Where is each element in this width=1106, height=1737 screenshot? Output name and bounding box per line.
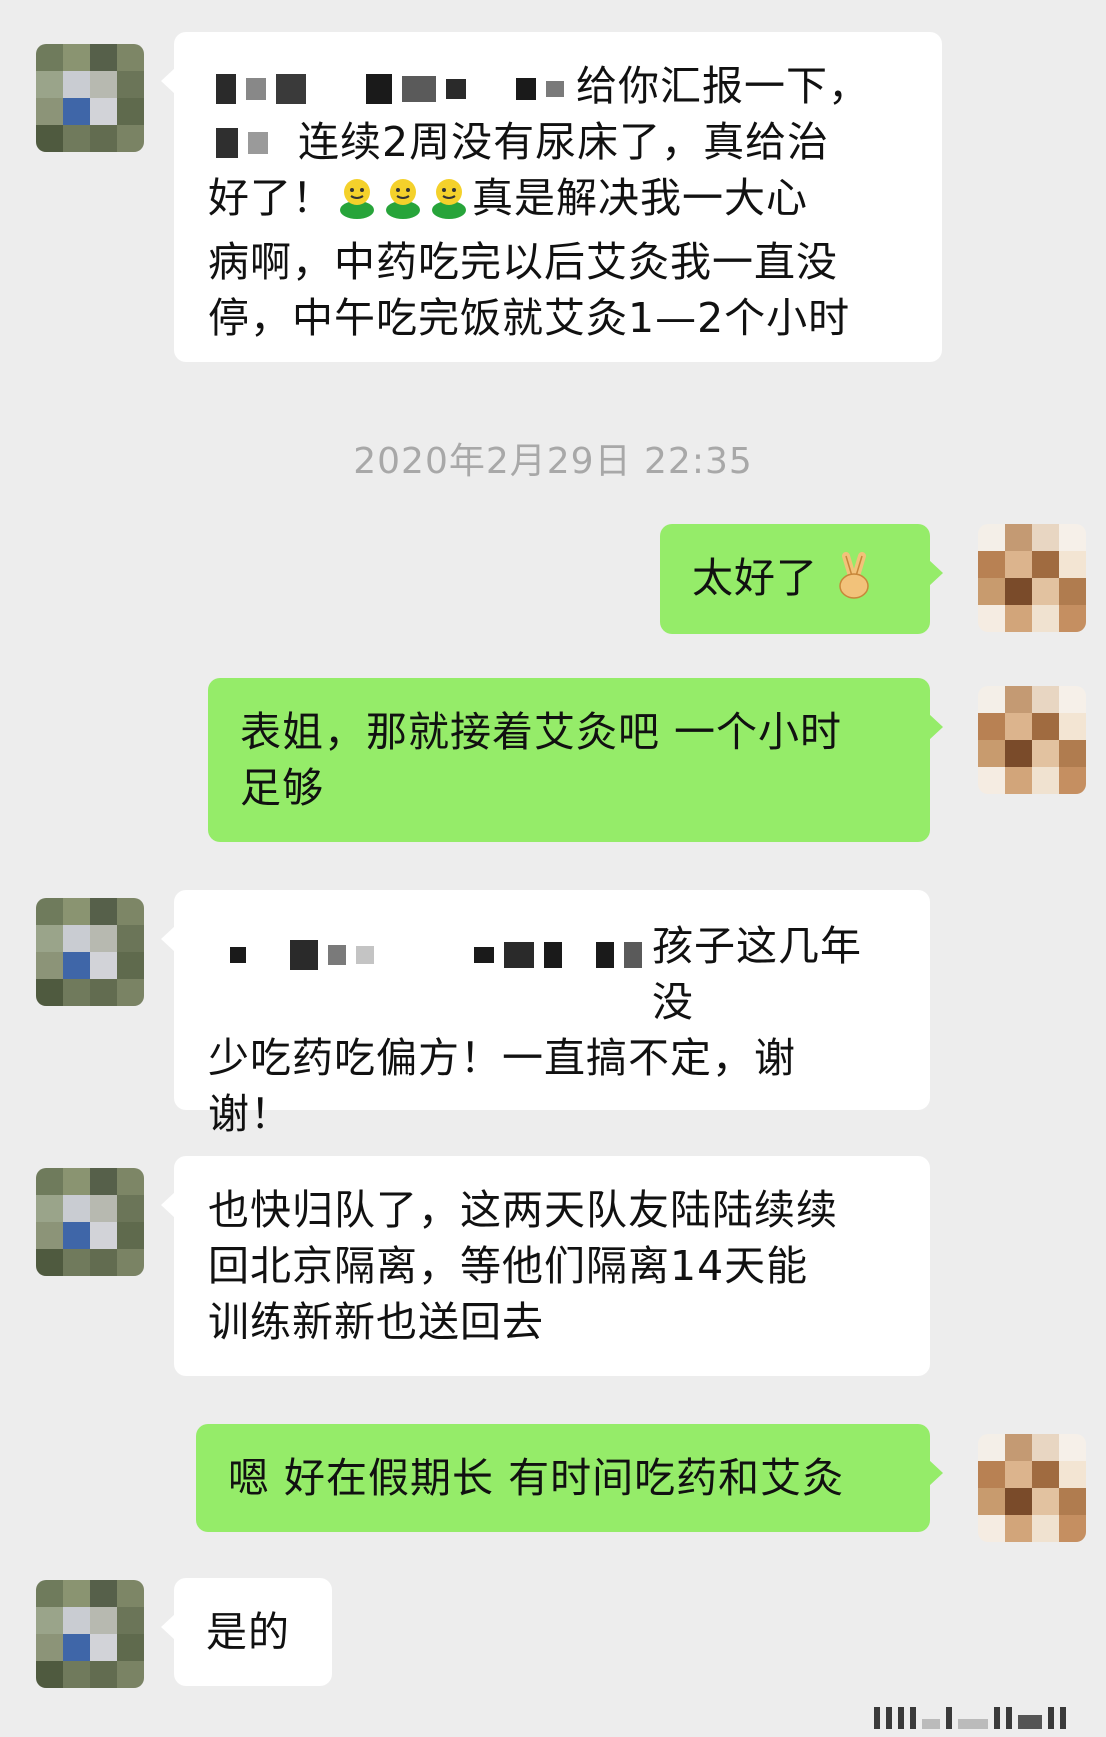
message-bubble-received[interactable]: 孩子这几年没 少吃药吃偏方！一直搞不定，谢 谢！: [161, 890, 930, 1138]
message-text: 停，中午吃完饭就艾灸1—2个小时: [208, 294, 851, 342]
redacted-text: [230, 940, 642, 970]
message-bubble-sent[interactable]: 嗯 好在假期长 有时间吃药和艾灸: [196, 1424, 943, 1532]
green-smiley-icon: [380, 174, 426, 234]
watermark-strip: [874, 1707, 1066, 1729]
message-text: 嗯 好在假期长 有时间吃药和艾灸: [228, 1454, 845, 1502]
message-text: 谢！: [208, 1090, 292, 1138]
redacted-name: [216, 74, 564, 104]
message-text: 少吃药吃偏方！一直搞不定，谢: [208, 1034, 796, 1082]
message-bubble-received[interactable]: 给你汇报一下， 连续2周没有尿床了，真给治 好了！ 真是解决我一大心 病啊，中药吃…: [161, 32, 942, 362]
green-smiley-icon: [426, 174, 472, 234]
my-avatar[interactable]: [978, 1434, 1086, 1542]
green-smiley-icon: [334, 174, 380, 234]
message-text: 太好了: [692, 554, 818, 602]
message-text: 是的: [206, 1608, 290, 1656]
message-text: 病啊，中药吃完以后艾灸我一直没: [208, 238, 838, 286]
friend-avatar[interactable]: [36, 1168, 144, 1276]
message-text: 足够: [240, 764, 324, 812]
friend-avatar[interactable]: [36, 44, 144, 152]
message-text: 表姐，那就接着艾灸吧 一个小时: [240, 708, 843, 756]
friend-avatar[interactable]: [36, 898, 144, 1006]
message-text-line: 好了！ 真是解决我一大心: [208, 170, 912, 234]
chat-timestamp: 2020年2月29日 22:35: [353, 441, 753, 482]
message-bubble-received[interactable]: 是的: [161, 1578, 332, 1686]
message-bubble-sent[interactable]: 表姐，那就接着艾灸吧 一个小时 足够: [208, 678, 943, 842]
message-bubble-received[interactable]: 也快归队了，这两天队友陆陆续续 回北京隔离，等他们隔离14天能 训练新新也送回去: [161, 1156, 930, 1376]
my-avatar[interactable]: [978, 686, 1086, 794]
victory-hand-icon: [832, 552, 876, 614]
message-text: 训练新新也送回去: [208, 1298, 544, 1346]
message-text: 也快归队了，这两天队友陆陆续续: [208, 1186, 838, 1234]
message-text: 连续2周没有尿床了，真给治: [298, 118, 830, 166]
message-text: 回北京隔离，等他们隔离14天能: [208, 1242, 809, 1290]
friend-avatar[interactable]: [36, 1580, 144, 1688]
redacted-name-2: [216, 128, 268, 158]
message-text: 孩子这几年没: [652, 922, 862, 1026]
message-bubble-sent[interactable]: 太好了: [660, 524, 943, 634]
my-avatar[interactable]: [978, 524, 1086, 632]
